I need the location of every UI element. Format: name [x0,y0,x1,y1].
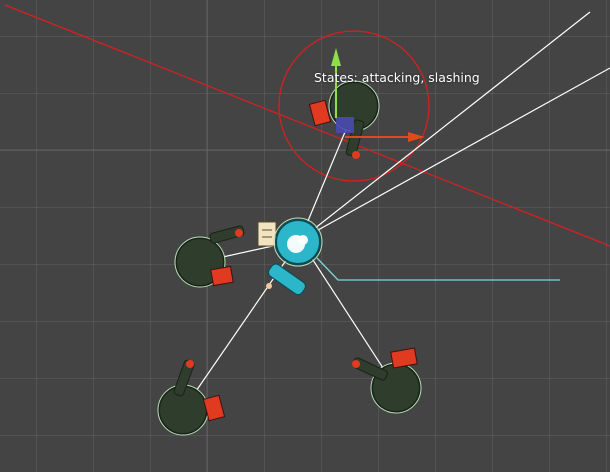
player-highlight [298,235,308,245]
enemy-shield [390,347,418,369]
enemy-weapon-tip [352,151,360,159]
scene-canvas [0,0,610,472]
enemy-weapon-tip [186,360,194,368]
game-viewport[interactable]: States: attacking, slashing [0,0,610,472]
player-shield [257,221,277,247]
enemy-weapon-tip [235,229,243,237]
gizmo-arrow-right-icon[interactable] [408,132,425,142]
enemy-weapon-tip [352,360,360,368]
connection-line [299,239,397,389]
player-path [316,257,560,281]
enemy-left[interactable] [174,225,245,288]
enemy-bottom-right[interactable] [352,347,422,414]
player-weapon-tip [266,283,272,289]
enemy-state-label: States: attacking, slashing [314,70,480,85]
sight-line [4,4,610,247]
enemy-shield [308,99,332,127]
gizmo-box [336,117,354,133]
enemy-bottom-left[interactable] [157,359,226,436]
enemy-shield [210,265,234,287]
gizmo-arrow-up-icon[interactable] [331,48,341,66]
enemy-selected[interactable] [308,80,380,159]
player[interactable] [257,217,323,297]
